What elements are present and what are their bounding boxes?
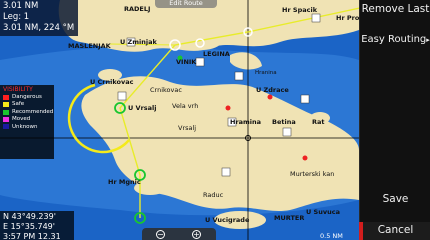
zoom-control[interactable]: − + — [142, 228, 216, 240]
marker-icon — [311, 13, 321, 23]
label-vela-vrh: Vela vrh — [172, 102, 198, 110]
longitude: E 15°35.749' — [3, 222, 55, 231]
legend-title: VISIBILITY — [3, 86, 33, 93]
route-leg-detail: 3.01 NM, 224 °M — [3, 23, 75, 33]
label-vinik: VINIK — [176, 58, 197, 66]
label-betina: Betina — [272, 118, 296, 126]
edit-route-tab: Edit Route — [155, 0, 217, 8]
zoom-in-button[interactable]: + — [192, 230, 201, 239]
save-button[interactable]: Save — [360, 193, 430, 209]
marker-icon — [300, 94, 310, 104]
label-crnikovac: Crnikovac — [150, 86, 182, 94]
easy-routing-button[interactable]: Easy Routing▸ — [360, 34, 430, 50]
legend-swatch — [3, 109, 9, 115]
legend-label: Dangerous — [12, 93, 42, 100]
legend-item: Safe — [3, 101, 51, 108]
label-hramina: Hramina — [230, 118, 261, 126]
label-scale: 0.5 NM — [320, 232, 343, 240]
cancel-accent-bar — [359, 222, 363, 240]
label-radelj: RADELJ — [124, 5, 150, 13]
latitude: N 43°49.239' — [3, 212, 56, 221]
label-u-crnikovac: U Crnikovac — [90, 78, 134, 86]
label-hr-mgnic: Hr Mgnic — [108, 178, 141, 186]
legend-label: Moved — [12, 116, 31, 123]
label-raduc: Raduc — [203, 191, 224, 199]
time-readout: 3:57 PM 12.31 — [3, 232, 61, 240]
legend-label: Recommended — [12, 108, 54, 115]
legend-item: Dangerous — [3, 94, 51, 101]
cancel-button[interactable]: Cancel — [360, 222, 430, 240]
label-u-zdrace: U Zdrace — [256, 86, 289, 94]
legend-item: Unknown — [3, 123, 51, 130]
marker-icon — [195, 57, 205, 67]
route-leg: Leg: 1 — [3, 12, 30, 22]
buoy-icon — [267, 94, 273, 100]
label-u-vrsalj: U Vrsalj — [128, 104, 157, 112]
marker-icon — [117, 91, 127, 101]
marker-icon — [282, 127, 292, 137]
legend-item: Moved — [3, 116, 51, 123]
label-murter: MURTER — [274, 214, 304, 222]
legend-item: Recommended — [3, 108, 54, 115]
chevron-right-icon: ▸ — [426, 36, 430, 44]
buoy-icon — [225, 105, 231, 111]
label-masleniak: MASLENJAK — [68, 42, 112, 50]
marker-icon — [234, 71, 244, 81]
legend-swatch — [3, 124, 9, 130]
legend-label: Safe — [12, 101, 25, 108]
legend-label: Unknown — [12, 123, 38, 130]
legend-swatch — [3, 116, 9, 122]
label-legina: LEGINA — [203, 50, 230, 58]
easy-routing-label: Easy Routing — [361, 34, 427, 45]
island-zdrace — [251, 102, 279, 118]
label-murterskikan: Murterski kan — [290, 170, 334, 178]
remove-last-button[interactable]: Remove Last — [360, 3, 430, 19]
label-rat: Rat — [312, 118, 325, 126]
route-edit-sidebar: Remove Last Easy Routing▸ Save Cancel — [359, 0, 430, 240]
position-box: N 43°49.239' E 15°35.749' 3:57 PM 12.31 — [0, 211, 74, 240]
label-hr-prost: Hr Prost — [336, 14, 359, 22]
visibility-legend: VISIBILITY Dangerous Safe Recommended Mo… — [0, 85, 54, 159]
legend-swatch — [3, 102, 9, 108]
label-u-suvuca: U Suvuca — [306, 208, 340, 216]
label-hr-spacik: Hr Spacik — [282, 6, 318, 14]
legend-swatch — [3, 94, 9, 100]
route-distance: 3.01 NM — [3, 1, 39, 11]
route-info-box: 3.01 NM Leg: 1 3.01 NM, 224 °M — [0, 0, 78, 36]
label-vrsalj: Vrsalj — [178, 124, 196, 132]
zoom-out-button[interactable]: − — [156, 230, 165, 239]
marker-icon — [221, 167, 231, 177]
label-u-vucigrade: U Vucigrade — [205, 216, 250, 224]
label-hranina: Hranina — [255, 70, 277, 76]
label-u-zminjak: U Zminjak — [120, 38, 157, 46]
buoy-icon — [302, 155, 308, 161]
